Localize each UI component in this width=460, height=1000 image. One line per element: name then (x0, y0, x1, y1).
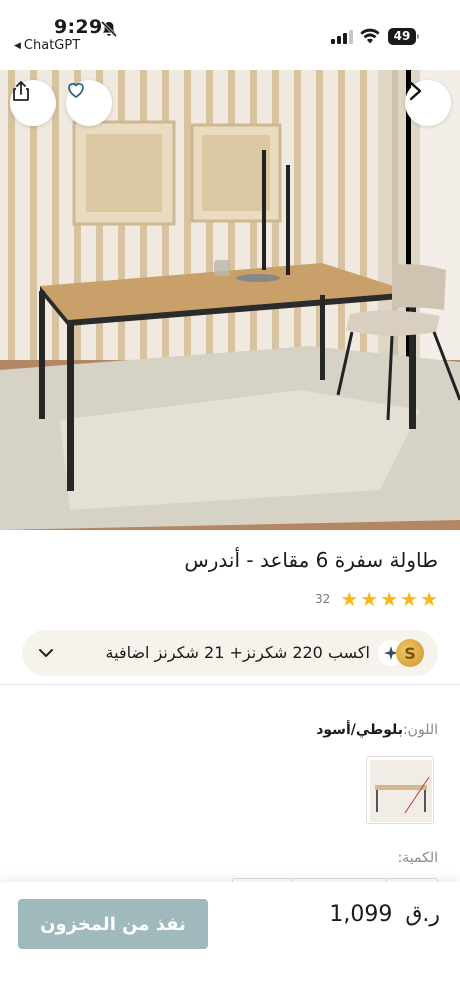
swatch-thumbnail (370, 760, 432, 822)
rewards-banner[interactable]: اكسب 220 شكرنز+ 21 شكرنز اضافية S (22, 630, 438, 676)
bell-slash-icon (100, 20, 118, 38)
chevron-down-icon (39, 649, 53, 657)
star-icon: ★ (420, 587, 438, 611)
rewards-text: اكسب 220 شكرنز+ 21 شكرنز اضافية (105, 643, 370, 662)
out-of-stock-button[interactable]: نفذ من المخزون (18, 899, 208, 949)
color-value: بلوطي/أسود (316, 722, 403, 738)
next-image-button[interactable] (405, 80, 451, 126)
wifi-icon (360, 28, 380, 44)
back-app-label: ChatGPT (23, 38, 81, 53)
rating-row[interactable]: ★ ★ ★ ★ ★ 32 (315, 588, 438, 610)
battery-level: 49 (388, 28, 416, 45)
price-amount: 1,099 (329, 902, 393, 927)
product-title: طاولة سفرة 6 مقاعد - أندرس (184, 548, 438, 572)
color-label: اللون: (402, 722, 438, 738)
signal-icon (331, 30, 353, 44)
star-icon: ★ (400, 587, 419, 611)
coin-icon: S (396, 639, 424, 667)
quantity-label: الكمية: (397, 850, 438, 866)
status-time: 9:29 (54, 16, 103, 38)
favorite-button[interactable] (66, 80, 112, 126)
product-image-gallery[interactable] (0, 70, 460, 530)
color-row: اللون:بلوطي/أسود (316, 722, 438, 738)
product-photo (0, 70, 460, 530)
star-icon: ★ (360, 587, 379, 611)
back-to-app-link[interactable]: ◀ ChatGPT (14, 38, 80, 53)
price: 1,099 ر.ق (329, 902, 440, 927)
star-icon: ★ (340, 587, 359, 611)
review-count: 32 (315, 592, 331, 606)
heart-icon (68, 83, 84, 98)
star-icon: ★ (380, 587, 399, 611)
chevron-right-icon (409, 81, 422, 101)
status-bar: 9:29 ◀ ChatGPT 49 (0, 0, 460, 70)
purchase-bar: نفذ من المخزون 1,099 ر.ق (0, 882, 460, 1000)
share-button[interactable] (10, 80, 56, 126)
battery-icon: 49 (388, 28, 420, 45)
price-currency: ر.ق (405, 902, 440, 927)
share-icon (13, 81, 29, 101)
color-swatch[interactable] (366, 756, 434, 824)
divider (0, 684, 460, 685)
